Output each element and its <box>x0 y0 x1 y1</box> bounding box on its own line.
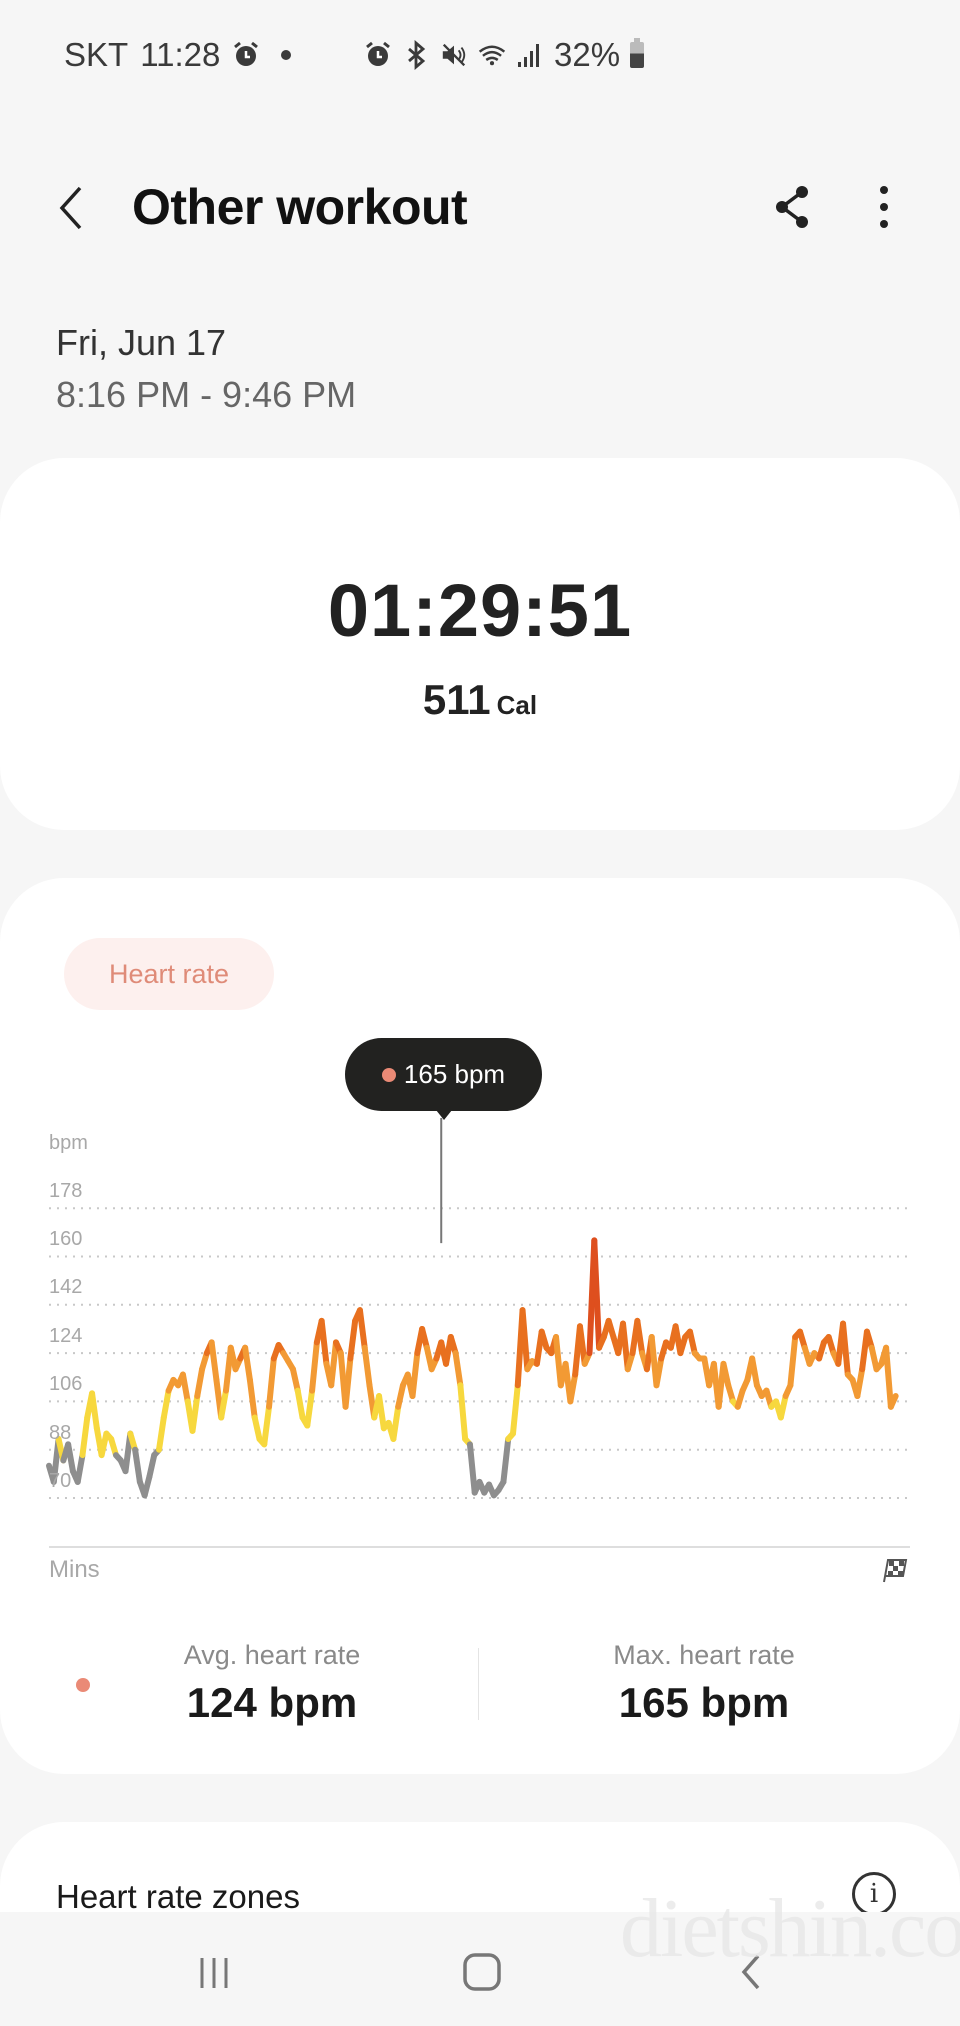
hr-line-segment <box>390 1403 402 1442</box>
hr-line-segment <box>261 1403 273 1448</box>
max-heart-rate-label: Max. heart rate <box>613 1640 795 1670</box>
tooltip-dot-icon <box>381 1067 396 1082</box>
hr-line-segment <box>194 1366 206 1400</box>
hr-line-segment <box>246 1376 258 1421</box>
hr-line-segment <box>342 1355 354 1410</box>
hr-line-segment <box>452 1350 464 1389</box>
hr-line-segment <box>266 1355 277 1410</box>
hr-line-segment <box>749 1355 760 1389</box>
hr-line-segment <box>840 1320 851 1378</box>
max-heart-rate-value: 165 bpm <box>618 1679 790 1726</box>
tooltip-value: 165 bpm <box>403 1059 506 1089</box>
y-tick-label: 178 <box>49 1180 83 1202</box>
hr-line-segment <box>376 1393 387 1432</box>
y-tick-label: 124 <box>49 1325 83 1347</box>
stat-divider <box>478 1648 479 1720</box>
hr-line-segment <box>146 1452 158 1480</box>
x-axis-label: Mins <box>49 1556 100 1583</box>
hr-line-segment <box>519 1307 531 1373</box>
hr-line-segment <box>328 1339 339 1389</box>
hr-line-segment <box>466 1441 478 1496</box>
hr-line-segment <box>304 1387 316 1429</box>
info-icon: i <box>869 1879 879 1909</box>
y-tick-label: 70 <box>49 1470 72 1492</box>
hr-line-segment <box>395 1382 406 1410</box>
hr-line-segment <box>65 1441 76 1475</box>
avg-heart-rate-value: 124 bpm <box>186 1679 358 1726</box>
hr-line-segment <box>251 1414 263 1442</box>
finish-flag-icon <box>880 1556 908 1584</box>
hr-line-segment <box>318 1317 330 1367</box>
hr-line-segment <box>591 1237 603 1351</box>
avg-legend-dot <box>76 1678 90 1692</box>
avg-heart-rate-label: Avg. heart rate <box>183 1640 361 1670</box>
chart-tooltip: 165 bpm <box>345 1038 542 1111</box>
y-tick-label: 142 <box>49 1276 83 1298</box>
home-button[interactable] <box>452 1942 512 2002</box>
hr-line-segment <box>509 1382 521 1437</box>
heart-rate-zones-title: Heart rate zones <box>56 1878 300 1915</box>
hr-line-segment <box>634 1317 646 1357</box>
y-tick-label: 88 <box>49 1422 72 1444</box>
hr-line-segment <box>294 1387 306 1421</box>
hr-line-segment <box>289 1366 301 1394</box>
home-icon <box>463 1953 501 1991</box>
hr-line-segment <box>179 1371 191 1405</box>
hr-line-segment <box>79 1414 91 1459</box>
hr-line-segment <box>132 1446 143 1485</box>
y-tick-label: 106 <box>49 1373 83 1395</box>
hr-line-segment <box>156 1414 167 1453</box>
max-heart-rate: Max. heart rate 165 bpm <box>554 1640 854 1727</box>
hr-line-segment <box>854 1366 866 1400</box>
hr-line-segment <box>361 1344 373 1389</box>
back-nav-button[interactable] <box>722 1942 782 2002</box>
hr-line-segment <box>160 1387 172 1421</box>
tooltip-pointer <box>436 1110 452 1120</box>
info-button[interactable]: i <box>852 1872 896 1916</box>
hr-line-segment <box>309 1339 320 1394</box>
avg-heart-rate: Avg. heart rate 124 bpm <box>122 1640 422 1727</box>
hr-line-segment <box>89 1390 100 1432</box>
hr-line-segment <box>74 1452 86 1485</box>
hr-line-segment <box>218 1387 229 1421</box>
hr-line-segment <box>686 1328 698 1357</box>
hr-line-segment <box>356 1307 368 1351</box>
y-tick-label: 160 <box>49 1228 83 1250</box>
hr-line-segment <box>208 1339 220 1383</box>
hr-line-segment <box>457 1382 469 1442</box>
y-axis-unit-label: bpm <box>49 1132 88 1154</box>
heart-rate-chart[interactable] <box>0 0 960 1600</box>
hr-line-segment <box>567 1371 579 1405</box>
recents-icon <box>200 1958 228 1988</box>
recents-button[interactable] <box>184 1942 244 2002</box>
hr-line-segment <box>409 1350 421 1400</box>
hr-line-segment <box>777 1393 789 1421</box>
back-nav-icon <box>741 1954 760 1990</box>
hr-line-segment <box>883 1344 894 1410</box>
navigation-bar <box>0 1912 960 2026</box>
hr-line-segment <box>500 1435 512 1485</box>
hr-line-segment <box>787 1334 799 1389</box>
